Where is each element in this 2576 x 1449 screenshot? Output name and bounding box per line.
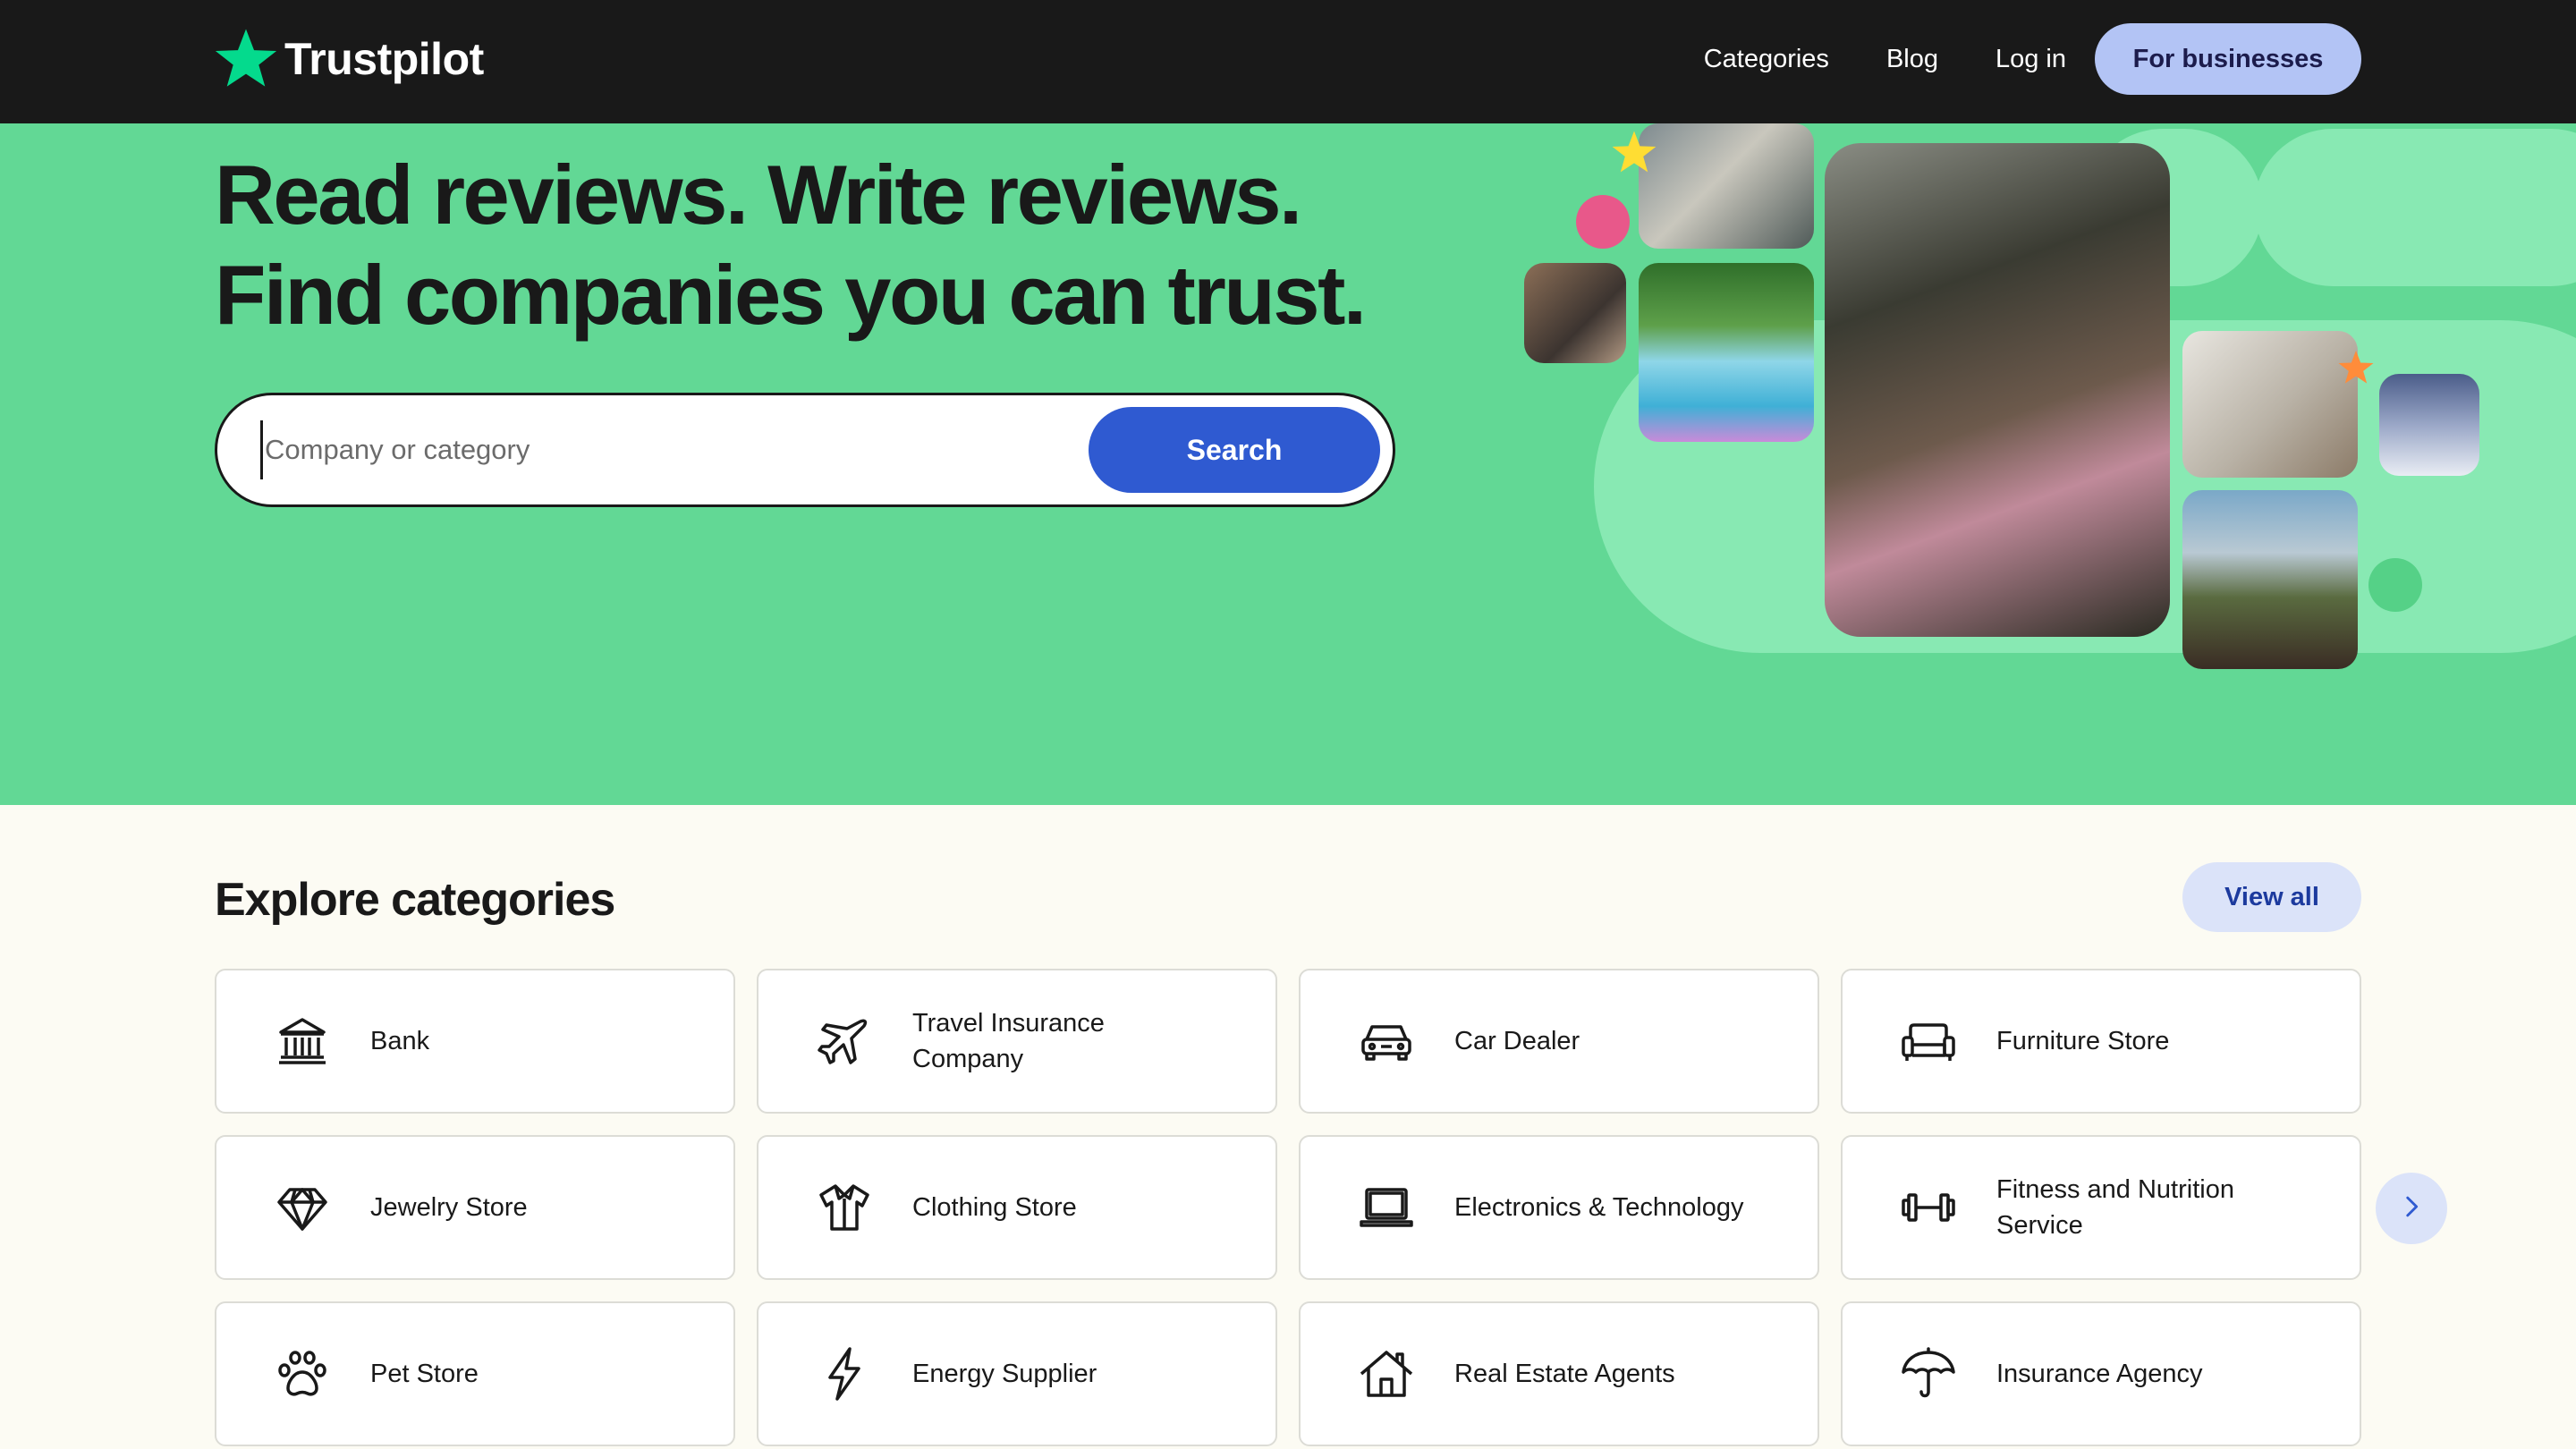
category-card-insurance-agency[interactable]: Insurance Agency (1841, 1301, 2361, 1446)
category-card-electronics[interactable]: Electronics & Technology (1299, 1135, 1819, 1280)
diamond-icon (274, 1179, 331, 1236)
category-label: Electronics & Technology (1454, 1193, 1744, 1222)
chevron-right-icon (2396, 1191, 2427, 1226)
photo-flower-shop (1825, 143, 2170, 637)
search-bar: Search (215, 393, 1395, 507)
photo-snow-mountains (2379, 374, 2479, 476)
photo-shelf-room (2182, 331, 2358, 478)
nav-categories-link[interactable]: Categories (1704, 45, 1829, 74)
category-label: Travel Insurance Company (912, 1009, 1105, 1073)
star-logo-icon (215, 26, 277, 93)
category-card-travel-insurance[interactable]: Travel Insurance Company (757, 969, 1277, 1114)
category-card-fitness-nutrition[interactable]: Fitness and Nutrition Service (1841, 1135, 2361, 1280)
for-businesses-button[interactable]: For businesses (2095, 23, 2361, 95)
category-label: Insurance Agency (1996, 1360, 2203, 1388)
main-nav: Categories Blog Log in For businesses (1647, 23, 2361, 95)
logo-text: Trustpilot (284, 34, 484, 84)
pink-dot (1576, 195, 1630, 249)
headline-line-2: Find companies you can trust. (215, 248, 1367, 342)
category-card-car-dealer[interactable]: Car Dealer (1299, 969, 1819, 1114)
shirt-icon (816, 1179, 873, 1236)
explore-categories-title: Explore categories (215, 874, 615, 926)
car-icon (1358, 1013, 1415, 1070)
bank-icon (274, 1013, 331, 1070)
next-categories-button[interactable] (2376, 1173, 2447, 1244)
category-card-jewelry-store[interactable]: Jewelry Store (215, 1135, 735, 1280)
collage-blob-top-right (2254, 129, 2576, 286)
sofa-icon (1900, 1013, 1957, 1070)
hero-section: Read reviews. Write reviews. Find compan… (0, 123, 2576, 805)
category-card-bank[interactable]: Bank (215, 969, 735, 1114)
top-navigation-bar: Trustpilot Categories Blog Log in For bu… (0, 0, 2576, 123)
paw-icon (274, 1345, 331, 1402)
category-label: Jewelry Store (370, 1193, 528, 1222)
category-label: Car Dealer (1454, 1027, 1580, 1055)
view-all-button[interactable]: View all (2182, 862, 2361, 932)
green-dot (2368, 558, 2422, 612)
photo-two-men (1524, 263, 1626, 363)
photo-people-room (1639, 123, 1814, 249)
dumbbell-icon (1900, 1179, 1957, 1236)
yellow-star-icon (1612, 129, 1657, 174)
category-label: Bank (370, 1027, 430, 1055)
category-label: Clothing Store (912, 1193, 1077, 1222)
category-grid: Bank Travel Insurance Company Car Dealer… (215, 969, 2361, 1446)
search-button[interactable]: Search (1089, 407, 1380, 493)
hero-photo-collage (1485, 123, 2576, 805)
orange-star-icon (2338, 349, 2374, 385)
photo-man-cactus (2182, 490, 2358, 669)
hero-headline: Read reviews. Write reviews. Find compan… (215, 145, 1367, 345)
category-card-pet-store[interactable]: Pet Store (215, 1301, 735, 1446)
nav-login-link[interactable]: Log in (1996, 45, 2066, 74)
laptop-icon (1358, 1179, 1415, 1236)
category-card-real-estate[interactable]: Real Estate Agents (1299, 1301, 1819, 1446)
trustpilot-logo[interactable]: Trustpilot (215, 23, 484, 95)
category-card-clothing-store[interactable]: Clothing Store (757, 1135, 1277, 1280)
category-label: Pet Store (370, 1360, 479, 1388)
category-card-furniture-store[interactable]: Furniture Store (1841, 969, 2361, 1114)
umbrella-icon (1900, 1345, 1957, 1402)
photo-swimming-pool (1639, 263, 1814, 442)
headline-line-1: Read reviews. Write reviews. (215, 148, 1302, 242)
category-label: Fitness and Nutrition Service (1996, 1175, 2234, 1240)
category-label: Energy Supplier (912, 1360, 1097, 1388)
house-icon (1358, 1345, 1415, 1402)
category-card-energy-supplier[interactable]: Energy Supplier (757, 1301, 1277, 1446)
category-label: Furniture Store (1996, 1027, 2170, 1055)
category-label: Real Estate Agents (1454, 1360, 1675, 1388)
lightning-icon (816, 1345, 873, 1402)
nav-blog-link[interactable]: Blog (1886, 45, 1938, 74)
airplane-icon (816, 1013, 873, 1070)
